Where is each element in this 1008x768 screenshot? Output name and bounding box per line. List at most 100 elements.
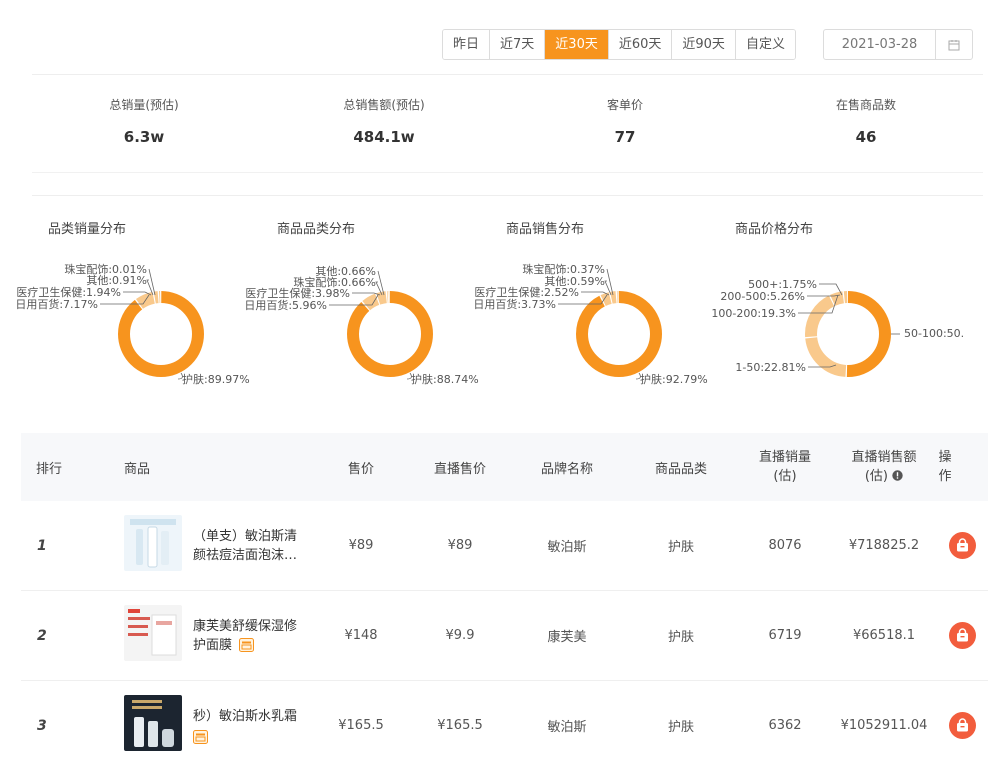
slice-label: 护肤:92.79% [640, 372, 708, 386]
stat-label: 客单价 [606, 98, 643, 112]
divider [32, 74, 983, 75]
slice-label: 珠宝配饰:0.37% [522, 262, 605, 276]
chart-product-category: 商品品类分布 护肤:88.74% 其他:0.66% 珠宝配饰:0.66% 医疗卫生保健… [244, 212, 493, 402]
live-sales-cell: 6719 [768, 628, 802, 643]
category-cell: 护肤 [667, 630, 694, 645]
label-leader-line [377, 270, 385, 296]
live-amount-cell: ¥66518.1 [852, 628, 916, 643]
range-30-days-button[interactable]: 近30天 [545, 30, 609, 59]
header-live-sales-line1: 直播销量 [758, 450, 811, 465]
header-price: 售价 [347, 461, 374, 477]
shopping-bag-icon [957, 718, 968, 732]
header-rank: 排行 [36, 461, 63, 477]
label-leader-line [606, 268, 614, 296]
product-name[interactable]: 秒）敏泊斯水乳霜 [193, 681, 313, 768]
table-row[interactable]: 2 康芙美舒缓保湿修 护面膜 ¥148 ¥9.9 康芙美 护肤 6719 ¥66… [21, 591, 988, 681]
donut-chart: 50-100:50.500+:1.75%200-500:5.26%100-200… [711, 278, 964, 377]
header-live-amount-line2: (估) [865, 467, 903, 486]
slice-label: 日用百货:5.96% [244, 298, 327, 312]
slice-label: 护肤:88.74% [411, 372, 479, 386]
label-leader-line [352, 292, 381, 296]
rank-number: 2 [37, 627, 47, 644]
stat-avg-order: 客单价 77 [515, 96, 735, 146]
live-amount-cell: ¥718825.2 [848, 538, 920, 553]
header-live-sales-line2: (估) [773, 469, 797, 484]
donut-slice[interactable] [576, 291, 662, 377]
header-category: 商品品类 [654, 461, 707, 477]
product-thumbnail[interactable] [124, 515, 182, 571]
table-row[interactable]: 1 （单支）敏泊斯清 颜祛痘洁面泡沫… ¥89 ¥89 敏泊斯 护肤 8076 … [21, 501, 988, 591]
shopping-bag-button[interactable] [949, 622, 976, 649]
date-range-selector: 昨日 近7天 近30天 近60天 近90天 自定义 [442, 29, 796, 60]
shopping-bag-icon [957, 628, 968, 642]
donut-slice[interactable] [118, 291, 204, 377]
donut-chart: 护肤:89.97%珠宝配饰:0.01%其他:0.91%医疗卫生保健:1.94%日… [15, 262, 250, 386]
header-live-amount-line1: 直播销售额 [851, 450, 917, 465]
shopping-bag-button[interactable] [949, 712, 976, 739]
stat-label: 总销量(预估) [109, 98, 179, 112]
shopping-bag-icon [957, 538, 968, 552]
slice-label: 医疗卫生保健:1.94% [16, 285, 121, 299]
date-picker-value: 2021-03-28 [841, 37, 918, 52]
header-product: 商品 [124, 461, 151, 477]
product-thumbnail[interactable] [124, 695, 182, 751]
calendar-icon[interactable] [936, 39, 972, 51]
label-leader-line [148, 268, 156, 296]
divider [32, 172, 983, 173]
stat-value: 46 [855, 128, 877, 146]
product-name[interactable]: 康芙美舒缓保湿修 护面膜 [193, 591, 313, 680]
price-cell: ¥165.5 [338, 718, 384, 733]
donut-chart: 护肤:88.74%其他:0.66%珠宝配饰:0.66%医疗卫生保健:3.98%日… [244, 265, 479, 386]
store-tag-icon [239, 638, 255, 652]
table-header: 排行 商品 售价 直播售价 品牌名称 商品品类 直播销量 (估) 直播销售额 (… [21, 433, 988, 501]
range-custom-button[interactable]: 自定义 [735, 30, 795, 59]
product-ranking-table: 排行 商品 售价 直播售价 品牌名称 商品品类 直播销量 (估) 直播销售额 (… [21, 433, 988, 768]
live-sales-cell: 6362 [768, 718, 802, 733]
category-cell: 护肤 [667, 720, 694, 735]
stat-value: 484.1w [353, 128, 415, 146]
stat-value: 6.3w [123, 128, 165, 146]
divider [32, 195, 983, 196]
operation-cell [949, 591, 976, 680]
stat-value: 77 [614, 128, 636, 146]
slice-label: 50-100:50. [904, 327, 964, 340]
header-brand: 品牌名称 [540, 461, 593, 477]
header-operation: 操 作 [938, 450, 952, 484]
range-7-days-button[interactable]: 近7天 [490, 30, 546, 59]
slice-label: 日用百货:7.17% [15, 297, 98, 311]
stat-total-amount: 总销售额(预估) 484.1w [274, 96, 494, 146]
live-sales-cell: 8076 [768, 538, 802, 553]
live-amount-cell: ¥1052911.04 [840, 718, 928, 733]
range-yesterday-button[interactable]: 昨日 [443, 30, 491, 59]
stat-total-sales: 总销量(预估) 6.3w [34, 96, 254, 146]
product-thumbnail[interactable] [124, 605, 182, 661]
price-cell: ¥89 [348, 538, 374, 553]
slice-label: 医疗卫生保健:2.52% [474, 285, 579, 299]
operation-cell [949, 681, 976, 768]
slice-label: 日用百货:3.73% [473, 297, 556, 311]
stat-label: 总销售额(预估) [343, 98, 425, 112]
price-cell: ¥148 [344, 628, 378, 643]
product-name[interactable]: （单支）敏泊斯清 颜祛痘洁面泡沫… [193, 501, 313, 590]
live-price-cell: ¥9.9 [445, 628, 475, 643]
slice-label: 医疗卫生保健:3.98% [245, 286, 350, 300]
donut-slice[interactable] [347, 291, 433, 377]
chart-product-sales: 商品销售分布 护肤:92.79% 珠宝配饰:0.37% 其他:0.59% 医疗卫生保健… [473, 212, 722, 402]
shopping-bag-button[interactable] [949, 532, 976, 559]
slice-label: 200-500:5.26% [720, 290, 805, 303]
header-live-amount: 直播销售额 (估) [836, 433, 932, 501]
slice-label: 护肤:89.97% [182, 372, 250, 386]
range-60-days-button[interactable]: 近60天 [608, 30, 673, 59]
live-price-cell: ¥165.5 [437, 718, 483, 733]
info-icon[interactable] [892, 470, 903, 481]
header-live-sales: 直播销量 (估) [745, 433, 825, 501]
live-price-cell: ¥89 [447, 538, 473, 553]
date-picker[interactable]: 2021-03-28 [823, 29, 973, 60]
brand-cell: 敏泊斯 [547, 540, 587, 555]
stat-label: 在售商品数 [835, 98, 896, 112]
range-90-days-button[interactable]: 近90天 [672, 30, 736, 59]
table-row[interactable]: 3 秒）敏泊斯水乳霜 ¥165.5 ¥165.5 敏泊斯 护肤 6362 ¥10… [21, 681, 988, 768]
brand-cell: 敏泊斯 [547, 720, 587, 735]
chart-price-distribution: 商品价格分布 50-100:50. 500+:1.75% 200-500:5.26%… [711, 212, 964, 402]
chart-category-sales: 品类销量分布 护肤:89.97% 珠宝配饰:0.01% 其他:0.91% 医疗卫生保健… [15, 212, 264, 402]
